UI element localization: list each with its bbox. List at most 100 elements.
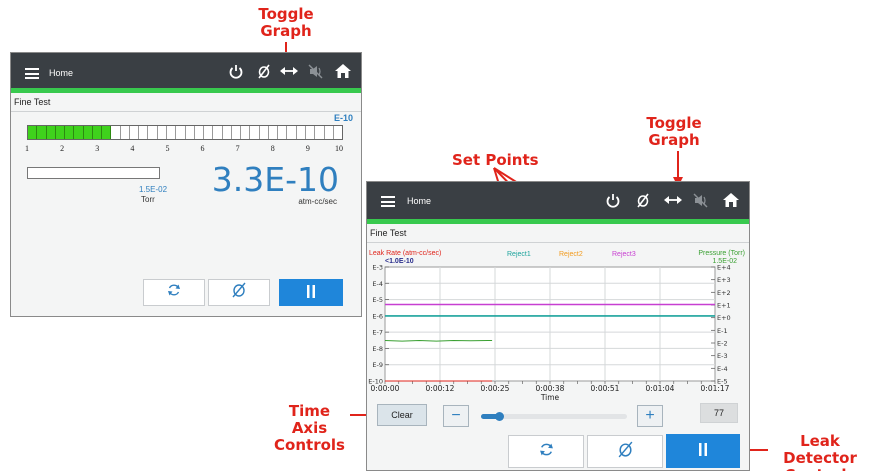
bar-segment (83, 126, 93, 139)
bar-segment (65, 126, 75, 139)
bar-segment (167, 126, 177, 139)
zoom-in-button[interactable]: + (637, 405, 663, 427)
bar-tick-label: 6 (200, 144, 205, 153)
power-icon[interactable] (603, 193, 623, 208)
leak-rate-value: 3.3E-10 (211, 160, 339, 199)
bar-segment (315, 126, 325, 139)
zero-icon (617, 441, 634, 463)
y-left-tick-label: E-7 (372, 329, 383, 337)
app-header: Home (367, 182, 749, 224)
auto-zero-button[interactable] (508, 435, 584, 468)
refresh-icon (539, 442, 554, 462)
reject1-label: Reject1 (507, 251, 531, 258)
bar-segment (297, 126, 306, 139)
menu-icon[interactable] (25, 68, 39, 79)
y-right-tick-label: E-4 (717, 365, 728, 373)
y-right-tick-label: E-1 (717, 327, 728, 335)
bar-segment (139, 126, 149, 139)
x-tick-label: 0:00:51 (591, 384, 620, 393)
page-title: Fine Test (14, 97, 51, 107)
x-axis-label: Time (540, 393, 560, 402)
mute-icon[interactable] (306, 64, 326, 79)
bar-tick-label: 4 (130, 144, 135, 153)
bar-segment (232, 126, 242, 139)
x-tick-label: 0:00:25 (481, 384, 510, 393)
time-slider[interactable] (481, 412, 627, 421)
bar-segment (92, 126, 103, 139)
pause-button[interactable] (666, 434, 740, 468)
bar-tick-label: 1 (25, 144, 29, 153)
bar-segment (223, 126, 232, 139)
page-title: Fine Test (370, 228, 407, 238)
bar-segment (186, 126, 195, 139)
pressure-unit: Torr (141, 195, 155, 204)
bar-segment (241, 126, 251, 139)
y-right-tick-label: E-5 (717, 378, 728, 386)
bar-segment (269, 126, 279, 139)
toggle-graph-icon[interactable] (279, 65, 299, 77)
menu-icon[interactable] (381, 196, 395, 207)
x-tick-label: 0:01:04 (646, 384, 675, 393)
callout-leak-detector: Leak Detector Controls (783, 432, 857, 471)
y-right-tick-label: E-3 (717, 352, 728, 360)
series-line-pressure-torr- (384, 339, 493, 342)
left-axis-title: Leak Rate (atm-cc/sec) (369, 250, 442, 257)
bar-segment (250, 126, 260, 139)
zero-icon[interactable] (633, 193, 653, 208)
y-right-tick-label: E+0 (717, 314, 731, 322)
auto-zero-button[interactable] (143, 279, 205, 306)
leak-rate-unit: atm-cc/sec (298, 197, 337, 206)
clear-button[interactable]: Clear (377, 404, 427, 426)
bar-segment (55, 126, 66, 139)
bar-segment (121, 126, 130, 139)
toggle-graph-icon[interactable] (663, 194, 683, 206)
bar-tick-label: 3 (95, 144, 100, 153)
zero-button[interactable] (587, 435, 663, 468)
bar-tick-label: 10 (335, 144, 343, 153)
callout-toggle-graph-2: Toggle Graph (646, 114, 702, 149)
bar-tick-label: 7 (235, 144, 240, 153)
point-count: 77 (700, 403, 738, 423)
callout-toggle-graph-1: Toggle Graph (258, 5, 314, 40)
y-right-tick-label: E+3 (717, 276, 731, 284)
bar-segment (130, 126, 140, 139)
reject2-label: Reject2 (559, 251, 583, 258)
home-icon[interactable] (721, 192, 741, 208)
bar-segment (158, 126, 167, 139)
y-left-tick-label: E-3 (372, 264, 383, 272)
zero-button[interactable] (208, 279, 270, 306)
power-icon[interactable] (226, 64, 246, 79)
header-title: Home (49, 68, 74, 78)
time-slider-handle[interactable] (494, 412, 504, 421)
bar-segment (325, 126, 334, 139)
bar-segment (195, 126, 205, 139)
zoom-out-button[interactable]: − (443, 405, 469, 427)
y-left-tick-label: E-6 (372, 312, 383, 320)
y-left-tick-label: E-9 (372, 361, 383, 369)
pause-icon (306, 284, 316, 301)
mute-icon[interactable] (691, 193, 711, 208)
bar-segment (278, 126, 288, 139)
bar-segment (287, 126, 297, 139)
x-tick-label: 0:00:38 (536, 384, 565, 393)
screen-bargraph: Home Fine Test E-10 1 2 3 4 5 6 7 8 9 10 1.5E-02 … (10, 52, 362, 317)
pause-button[interactable] (279, 279, 343, 306)
right-axis-title: Pressure (Torr) (698, 250, 745, 257)
pause-icon (698, 443, 708, 459)
screen-trend-graph: Home Fine Test Leak Rate (atm-cc/sec) <1… (366, 181, 750, 471)
home-icon[interactable] (333, 63, 353, 79)
y-left-tick-label: E-10 (368, 378, 383, 386)
app-header: Home (11, 53, 361, 93)
divider (11, 111, 361, 112)
bar-segment (148, 126, 158, 139)
bar-segment (306, 126, 316, 139)
bar-segment (334, 126, 342, 139)
zero-icon[interactable] (254, 64, 274, 79)
bar-scale-unit: E-10 (333, 113, 353, 123)
bar-segment (74, 126, 84, 139)
bar-tick-label: 5 (165, 144, 170, 153)
pressure-bar (27, 167, 160, 179)
pressure-value: 1.5E-02 (139, 185, 168, 194)
y-left-tick-label: E-8 (372, 345, 383, 353)
bar-segment (46, 126, 56, 139)
